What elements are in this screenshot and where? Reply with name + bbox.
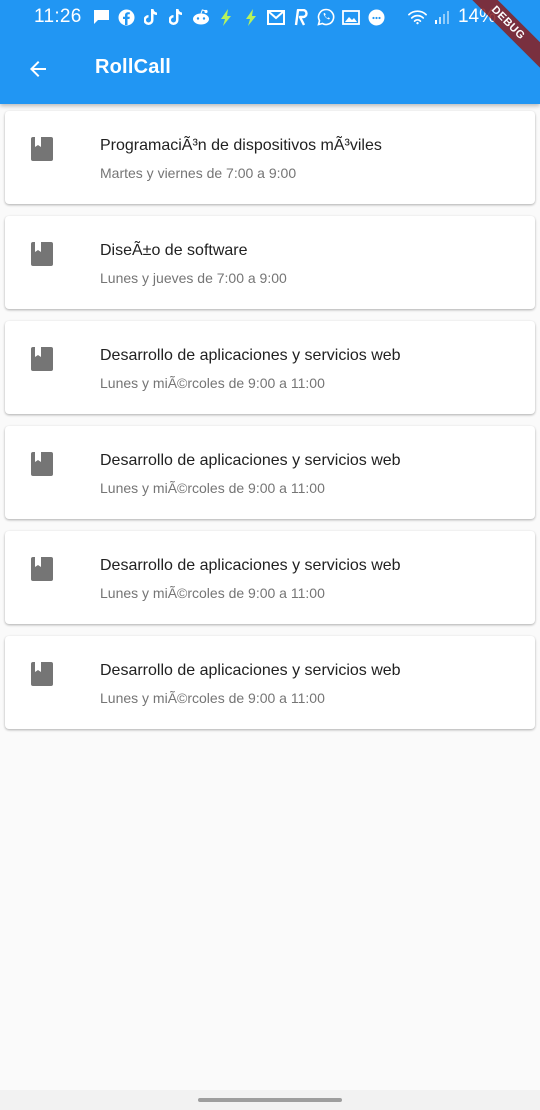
course-card[interactable]: Desarrollo de aplicaciones y servicios w… — [5, 321, 535, 414]
course-schedule: Lunes y miÃ©rcoles de 9:00 a 11:00 — [100, 585, 325, 601]
tiktok-icon — [167, 8, 186, 27]
app-bar: RollCall — [0, 34, 540, 104]
course-card[interactable]: ProgramaciÃ³n de dispositivos mÃ³viles M… — [5, 111, 535, 204]
signal-icon — [433, 8, 452, 27]
bolt-icon — [242, 8, 261, 27]
course-card[interactable]: Desarrollo de aplicaciones y servicios w… — [5, 426, 535, 519]
notification-icons — [92, 8, 386, 27]
wifi-icon — [408, 8, 427, 27]
top-bar: 11:26 14% DEBUG RollCall — [0, 0, 540, 104]
course-schedule: Lunes y miÃ©rcoles de 9:00 a 11:00 — [100, 480, 325, 496]
reddit-icon — [192, 8, 211, 27]
book-icon — [31, 662, 53, 686]
course-title: Desarrollo de aplicaciones y servicios w… — [100, 347, 401, 364]
back-button[interactable] — [14, 45, 62, 93]
course-title: Desarrollo de aplicaciones y servicios w… — [100, 662, 401, 679]
status-time: 11:26 — [34, 6, 82, 27]
app-title: RollCall — [95, 56, 172, 78]
mail-icon — [267, 8, 286, 27]
course-title: DiseÃ±o de software — [100, 242, 248, 259]
course-schedule: Lunes y miÃ©rcoles de 9:00 a 11:00 — [100, 690, 325, 706]
book-icon — [31, 347, 53, 371]
bolt-icon — [217, 8, 236, 27]
app-icon — [367, 8, 386, 27]
course-card[interactable]: Desarrollo de aplicaciones y servicios w… — [5, 636, 535, 729]
home-gesture-handle[interactable] — [198, 1098, 342, 1102]
screen: 11:26 14% DEBUG RollCall ProgramaciÃ³n d… — [0, 0, 540, 1110]
book-icon — [31, 557, 53, 581]
course-schedule: Martes y viernes de 7:00 a 9:00 — [100, 165, 297, 181]
course-schedule: Lunes y miÃ©rcoles de 9:00 a 11:00 — [100, 375, 325, 391]
course-title: ProgramaciÃ³n de dispositivos mÃ³viles — [100, 137, 382, 154]
chat-icon — [92, 8, 111, 27]
status-bar: 11:26 14% DEBUG — [0, 0, 540, 72]
book-icon — [31, 242, 53, 266]
book-icon — [31, 452, 53, 476]
course-title: Desarrollo de aplicaciones y servicios w… — [100, 452, 401, 469]
course-card[interactable]: DiseÃ±o de software Lunes y jueves de 7:… — [5, 216, 535, 309]
book-icon — [31, 137, 53, 161]
whatsapp-icon — [317, 8, 336, 27]
course-card[interactable]: Desarrollo de aplicaciones y servicios w… — [5, 531, 535, 624]
course-list: ProgramaciÃ³n de dispositivos mÃ³viles M… — [5, 111, 535, 741]
system-navigation-bar — [0, 1090, 540, 1110]
course-title: Desarrollo de aplicaciones y servicios w… — [100, 557, 401, 574]
course-schedule: Lunes y jueves de 7:00 a 9:00 — [100, 270, 287, 286]
gallery-icon — [342, 8, 361, 27]
arrow-back-icon — [30, 61, 46, 77]
facebook-icon — [117, 8, 136, 27]
r-app-icon — [292, 8, 311, 27]
tiktok-icon — [142, 8, 161, 27]
